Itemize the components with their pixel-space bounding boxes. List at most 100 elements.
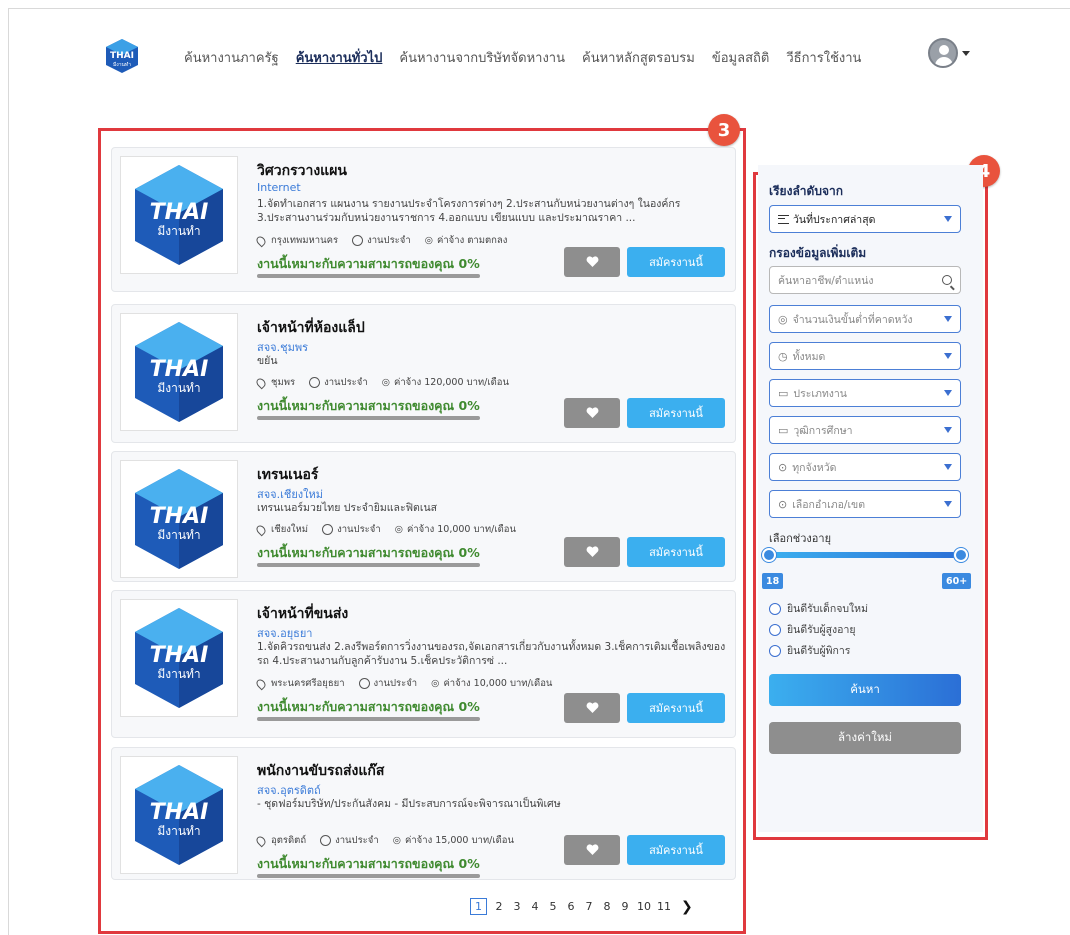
next-page-icon[interactable]: ❯: [681, 899, 693, 915]
job-card[interactable]: THAI มีงานทำ พนักงานขับรถส่งแก๊ส สจจ.อุต…: [111, 747, 736, 880]
salary-value: จำนวนเงินขั้นต่ำที่คาดหวัง: [792, 313, 913, 326]
search-placeholder: ค้นหาอาชีพ/ตำแหน่ง: [778, 274, 874, 287]
svg-text:มีงานทำ: มีงานทำ: [157, 224, 200, 238]
company-logo: THAI มีงานทำ: [120, 313, 238, 431]
clock-icon: ◷: [778, 349, 788, 363]
site-logo[interactable]: THAI มีงานทำ: [104, 38, 140, 74]
search-button[interactable]: ค้นหา: [769, 674, 961, 706]
chevron-down-icon: [944, 216, 952, 222]
apply-button[interactable]: สมัครงานนี้: [627, 537, 725, 567]
time-select[interactable]: ◷ ทั้งหมด: [769, 342, 961, 370]
nav-agency-jobs[interactable]: ค้นหางานจากบริษัทจัดหางาน: [399, 47, 565, 68]
nav-statistics[interactable]: ข้อมูลสถิติ: [712, 47, 769, 68]
favorite-button[interactable]: [564, 835, 620, 865]
page-10[interactable]: 10: [637, 900, 651, 913]
apply-button[interactable]: สมัครงานนี้: [627, 398, 725, 428]
age-min-handle[interactable]: [762, 548, 776, 562]
apply-button[interactable]: สมัครงานนี้: [627, 835, 725, 865]
apply-button[interactable]: สมัครงานนี้: [627, 247, 725, 277]
province-select[interactable]: ⊙ ทุกจังหวัด: [769, 453, 961, 481]
svg-text:THAI: THAI: [150, 357, 209, 382]
avatar[interactable]: [928, 38, 958, 68]
page-3[interactable]: 3: [511, 900, 523, 913]
page-5[interactable]: 5: [547, 900, 559, 913]
nav-howto[interactable]: วีธีการใช้งาน: [786, 47, 861, 68]
svg-text:มีงานทำ: มีงานทำ: [113, 61, 131, 68]
favorite-button[interactable]: [564, 398, 620, 428]
job-card[interactable]: THAI มีงานทำ วิศวกรวางแผน Internet 1.จัด…: [111, 147, 736, 292]
job-type: งานประจำ: [324, 377, 368, 388]
radio-label: ยินดีรับผู้สูงอายุ: [787, 624, 856, 636]
job-type-select[interactable]: ▭ ประเภทงาน: [769, 379, 961, 407]
search-input[interactable]: ค้นหาอาชีพ/ตำแหน่ง: [769, 266, 961, 294]
money-icon: ◎: [778, 312, 788, 326]
job-title[interactable]: พนักงานขับรถส่งแก๊ส: [257, 760, 384, 782]
sort-heading: เรียงลำดับจาก: [769, 184, 843, 198]
chevron-down-icon: [944, 353, 952, 359]
job-title[interactable]: เจ้าหน้าที่ห้องแล็ป: [257, 317, 365, 339]
radio-elderly[interactable]: ยินดีรับผู้สูงอายุ: [769, 621, 856, 638]
job-description: ขยัน: [257, 355, 278, 367]
reset-button[interactable]: ล้างค่าใหม่: [769, 722, 961, 754]
sort-value: วันที่ประกาศล่าสุด: [793, 213, 876, 226]
job-card[interactable]: THAI มีงานทำ เจ้าหน้าที่ขนส่ง สจจ.อยุธยา…: [111, 590, 736, 738]
page-11[interactable]: 11: [657, 900, 671, 913]
favorite-button[interactable]: [564, 537, 620, 567]
page-9[interactable]: 9: [619, 900, 631, 913]
salary-select[interactable]: ◎ จำนวนเงินขั้นต่ำที่คาดหวัง: [769, 305, 961, 333]
district-select[interactable]: ⊙ เลือกอำเภอ/เขต: [769, 490, 961, 518]
match-progress-bar: [257, 416, 480, 420]
user-menu[interactable]: [928, 38, 970, 68]
favorite-button[interactable]: [564, 247, 620, 277]
filter-heading: กรองข้อมูลเพิ่มเติม: [769, 246, 867, 260]
page-2[interactable]: 2: [493, 900, 505, 913]
radio-disabled[interactable]: ยินดีรับผู้พิการ: [769, 642, 850, 659]
radio-circle[interactable]: [769, 623, 781, 636]
company-logo: THAI มีงานทำ: [120, 756, 238, 874]
job-title[interactable]: วิศวกรวางแผน: [257, 160, 347, 182]
age-max-handle[interactable]: [954, 548, 968, 562]
job-meta: ชุมพร งานประจำ ◎ ค่าจ้าง 120,000 บาท/เดื…: [254, 375, 509, 390]
nav-general-jobs[interactable]: ค้นหางานทั่วไป: [296, 47, 383, 68]
money-icon: ◎: [392, 835, 401, 846]
job-card[interactable]: THAI มีงานทำ เทรนเนอร์ สจจ.เชียงใหม่ เทร…: [111, 451, 736, 582]
education-select[interactable]: ▭ วุฒิการศึกษา: [769, 416, 961, 444]
chevron-down-icon: [944, 427, 952, 433]
nav-gov-jobs[interactable]: ค้นหางานภาครัฐ: [184, 47, 279, 68]
page-6[interactable]: 6: [565, 900, 577, 913]
job-card[interactable]: THAI มีงานทำ เจ้าหน้าที่ห้องแล็ป สจจ.ชุม…: [111, 304, 736, 443]
education-value: วุฒิการศึกษา: [793, 424, 853, 437]
match-score: งานนี้เหมาะกับความสามารถของคุณ 0%: [257, 398, 480, 413]
chevron-down-icon[interactable]: [962, 50, 970, 56]
briefcase-icon: ▭: [778, 386, 789, 400]
apply-button[interactable]: สมัครงานนี้: [627, 693, 725, 723]
clock-icon: [358, 678, 370, 689]
nav-training[interactable]: ค้นหาหลักสูตรอบรม: [582, 47, 695, 68]
job-title[interactable]: เทรนเนอร์: [257, 464, 318, 486]
radio-circle[interactable]: [769, 644, 781, 657]
age-label: เลือกช่วงอายุ: [769, 532, 832, 545]
page-1[interactable]: 1: [470, 898, 487, 915]
job-wage: ค่าจ้าง 120,000 บาท/เดือน: [393, 377, 509, 388]
page-4[interactable]: 4: [529, 900, 541, 913]
filter-sidebar: เรียงลำดับจาก วันที่ประกาศล่าสุด กรองข้อ…: [758, 165, 983, 832]
favorite-button[interactable]: [564, 693, 620, 723]
match-progress-bar: [257, 274, 480, 278]
radio-new-grad[interactable]: ยินดีรับเด็กจบใหม่: [769, 600, 868, 617]
page-8[interactable]: 8: [601, 900, 613, 913]
results-badge: 3: [708, 114, 740, 146]
job-description: 1.จัดทำเอกสาร แผนงาน รายงานประจำโครงการต…: [257, 198, 681, 224]
radio-circle[interactable]: [769, 602, 781, 615]
job-description: 1.จัดคิวรถขนส่ง 2.ลงรีพอร์ตการวิ่งงานของ…: [257, 641, 726, 667]
clock-icon: [309, 377, 321, 388]
job-title[interactable]: เจ้าหน้าที่ขนส่ง: [257, 603, 348, 625]
match-score: งานนี้เหมาะกับความสามารถของคุณ 0%: [257, 699, 480, 714]
page-7[interactable]: 7: [583, 900, 595, 913]
chevron-down-icon: [944, 390, 952, 396]
svg-text:THAI: THAI: [150, 643, 209, 668]
age-range-slider[interactable]: [769, 552, 961, 558]
job-location: เชียงใหม่: [271, 524, 309, 535]
company-name[interactable]: Internet: [257, 181, 301, 194]
job-type: งานประจำ: [367, 235, 411, 246]
sort-select[interactable]: วันที่ประกาศล่าสุด: [769, 205, 961, 233]
